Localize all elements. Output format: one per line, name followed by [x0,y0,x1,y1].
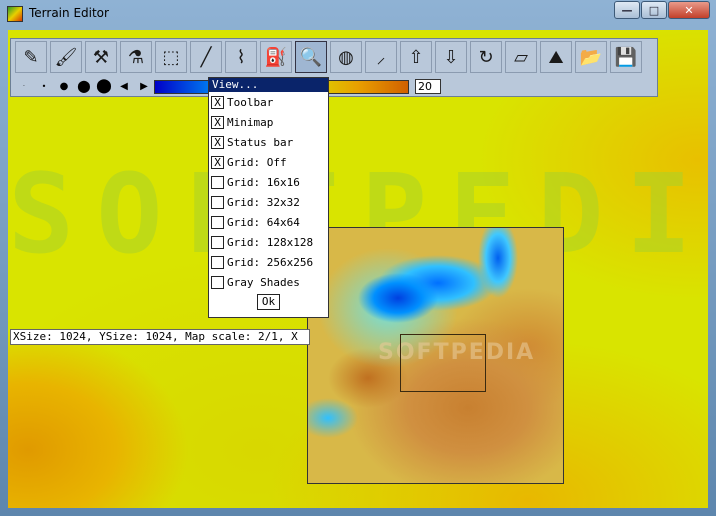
tool-pencil-button[interactable]: ✎ [15,41,47,73]
view-menu-item[interactable]: Gray Shades [209,272,328,292]
tool-mountains-button[interactable]: ⛰ [540,41,572,73]
rotate-icon: ↻ [478,46,494,68]
smooth-icon: ⌇ [236,46,246,68]
menu-item-label: Grid: 128x128 [227,235,314,249]
tool-flatten-button[interactable]: ▱ [505,41,537,73]
select-icon: ⬚ [162,46,180,68]
view-menu: View... X Toolbar X Minimap X Status bar X Grid… [208,77,329,318]
tool-open-button[interactable]: 📂 [575,41,607,73]
terrain-editor-window: Terrain Editor — □ ✕ SOFTPEDIA ✎ 🖌 ⚒ ⚗ ⬚ ╱ ⌇ ⛽ 🔍… [0,0,716,516]
flatten-icon: ▱ [514,46,528,68]
tool-stamp-button[interactable]: ⚒ [85,41,117,73]
view-menu-title: View... [209,78,328,92]
mountains-icon: ⛰ [548,46,564,68]
brush-value-field[interactable]: 20 [415,79,441,94]
brush-size-1-button[interactable]: · [15,78,33,94]
view-menu-item[interactable]: X Grid: Off [209,152,328,172]
menu-item-label: Grid: Off [227,155,287,169]
window-title: Terrain Editor [29,6,109,20]
tool-select-button[interactable]: ⬚ [155,41,187,73]
title-bar[interactable]: Terrain Editor — □ ✕ [0,0,716,28]
terrain-canvas[interactable]: SOFTPEDIA ✎🖌⚒⚗⬚╱⌇⛽🔍◍⸝⇧⇩↻▱⛰📂💾 ·•●⬤⬤◀▶ 20 … [8,30,708,508]
fill-icon: ⛽ [264,46,288,68]
tool-noise-button[interactable]: ◍ [330,41,362,73]
tool-line-button[interactable]: ╱ [190,41,222,73]
brush-size-4-button[interactable]: ⬤ [75,78,93,94]
menu-checkbox[interactable]: X [211,95,224,109]
app-icon [7,6,23,22]
brush-size-selector: · • ● ⬤ ⬤ ◀ ▶ [15,78,155,94]
view-menu-item[interactable]: X Minimap [209,112,328,132]
brush-icon: 🖌 [54,46,78,68]
brush-size-3-button[interactable]: ● [55,78,73,94]
tool-buttons: ✎ 🖌 ⚒ ⚗ ⬚ ╱ ⌇ ⛽ 🔍 ◍ ⸝ ⇧ ⇩ ↻ ▱ ⛰ 📂 💾 [15,41,645,73]
stamp-icon: ⚒ [92,46,110,68]
menu-checkbox[interactable] [211,255,224,269]
pencil-icon: ✎ [23,46,39,68]
menu-checkbox[interactable] [211,275,224,289]
tool-fill-button[interactable]: ⛽ [260,41,292,73]
maximize-button[interactable]: □ [641,1,667,19]
menu-item-label: Grid: 64x64 [227,215,300,229]
status-bar: XSize: 1024, YSize: 1024, Map scale: 2/1… [10,329,310,345]
ok-row: Ok [209,294,328,310]
menu-checkbox[interactable] [211,235,224,249]
menu-item-label: Gray Shades [227,275,300,289]
menu-checkbox[interactable]: X [211,115,224,129]
view-menu-item[interactable]: Grid: 16x16 [209,172,328,192]
view-menu-item[interactable]: X Toolbar [209,92,328,112]
tool-erode-button[interactable]: ⸝ [365,41,397,73]
save-icon: 💾 [614,46,638,68]
decrease-brush-arrow-icon[interactable]: ◀ [115,78,133,94]
tool-smooth-button[interactable]: ⌇ [225,41,257,73]
menu-item-label: Grid: 256x256 [227,255,314,269]
menu-item-label: Toolbar [227,95,274,109]
view-menu-item[interactable]: Grid: 64x64 [209,212,328,232]
increase-brush-arrow-icon[interactable]: ▶ [135,78,153,94]
menu-checkbox[interactable] [211,195,224,209]
noise-icon: ◍ [338,46,354,68]
minimap-view-rectangle[interactable] [400,334,486,392]
menu-checkbox[interactable] [211,215,224,229]
close-button[interactable]: ✕ [668,1,710,19]
tool-rotate-button[interactable]: ↻ [470,41,502,73]
raise-icon: ⇧ [408,46,424,68]
eyedropper-icon: ⚗ [127,46,145,68]
menu-item-label: Grid: 32x32 [227,195,300,209]
menu-checkbox[interactable]: X [211,155,224,169]
erode-icon: ⸝ [376,47,386,68]
minimize-button[interactable]: — [614,1,640,19]
view-menu-items: X Toolbar X Minimap X Status bar X Grid: Off Gri… [209,92,328,292]
menu-item-label: Grid: 16x16 [227,175,300,189]
view-menu-item[interactable]: X Status bar [209,132,328,152]
tool-raise-button[interactable]: ⇧ [400,41,432,73]
minimap[interactable]: SOFTPEDIA [307,227,564,484]
window-controls: — □ ✕ [613,1,710,19]
ok-button[interactable]: Ok [256,294,281,310]
tool-lower-button[interactable]: ⇩ [435,41,467,73]
view-menu-item[interactable]: Grid: 32x32 [209,192,328,212]
lower-icon: ⇩ [443,46,459,68]
menu-checkbox[interactable]: X [211,135,224,149]
toolbar: ✎ 🖌 ⚒ ⚗ ⬚ ╱ ⌇ ⛽ 🔍 ◍ ⸝ ⇧ ⇩ ↻ ▱ ⛰ 📂 💾 · • ● ⬤ ⬤ ◀ ▶ 20 [10,38,658,97]
tool-brush-button[interactable]: 🖌 [50,41,82,73]
menu-item-label: Status bar [227,135,294,149]
menu-item-label: Minimap [227,115,274,129]
brush-size-2-button[interactable]: • [35,78,53,94]
menu-checkbox[interactable] [211,175,224,189]
view-menu-item[interactable]: Grid: 256x256 [209,252,328,272]
view-menu-item[interactable]: Grid: 128x128 [209,232,328,252]
open-icon: 📂 [579,46,603,68]
brush-size-5-button[interactable]: ⬤ [95,78,113,94]
tool-eyedropper-button[interactable]: ⚗ [120,41,152,73]
zoom-icon: 🔍 [299,46,323,68]
line-icon: ╱ [200,46,212,68]
tool-zoom-button[interactable]: 🔍 [295,41,327,73]
tool-save-button[interactable]: 💾 [610,41,642,73]
